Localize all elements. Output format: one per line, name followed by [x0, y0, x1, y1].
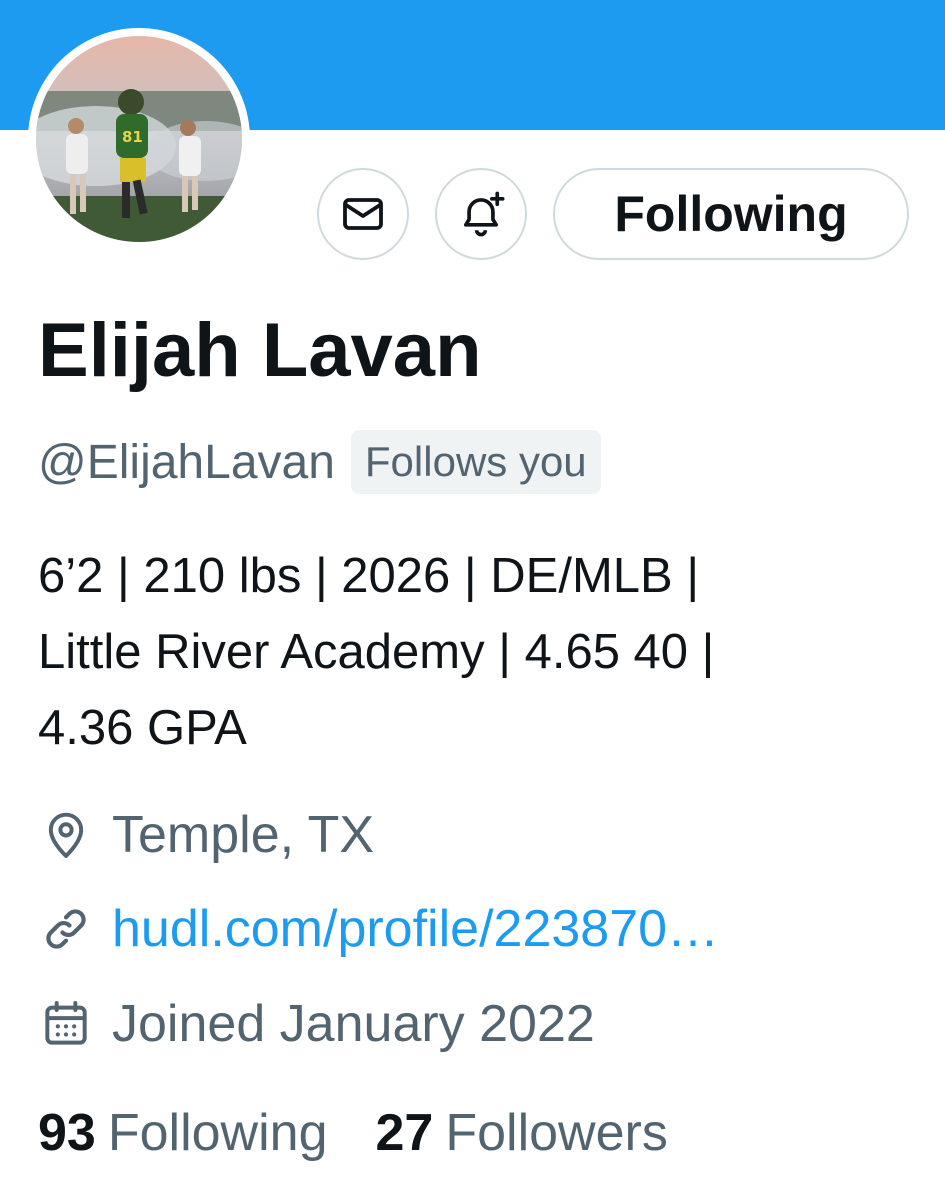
location-text: Temple, TX — [112, 806, 375, 864]
joined-date: Joined January 2022 — [112, 995, 595, 1053]
calendar-icon — [45, 1001, 87, 1045]
following-label: Following — [107, 1104, 328, 1162]
following-count: 93 — [38, 1104, 96, 1162]
location-row: Temple, TX — [38, 800, 374, 870]
follows-you-badge: Follows you — [350, 430, 601, 494]
followers-label: Followers — [445, 1104, 668, 1162]
followers-count: 27 — [375, 1104, 434, 1162]
avatar[interactable]: 81 — [36, 36, 242, 242]
bell-plus-icon — [463, 191, 505, 237]
link-icon — [46, 909, 86, 949]
notify-button[interactable] — [435, 168, 527, 260]
following-stat-link[interactable]: 93 Following — [38, 1103, 328, 1163]
profile-bio: 6’2 | 210 lbs | 2026 | DE/MLB | Little R… — [38, 538, 918, 766]
follow-stats: 93 Following 27 Followers — [38, 1098, 668, 1168]
envelope-icon — [343, 198, 383, 230]
avatar-photo: 81 — [36, 36, 242, 242]
joined-row: Joined January 2022 — [38, 988, 595, 1060]
display-name: Elijah Lavan — [38, 308, 482, 393]
bio-line: Little River Academy | 4.65 40 | — [38, 625, 715, 679]
svg-text:81: 81 — [122, 128, 143, 146]
following-button[interactable]: Following — [553, 168, 909, 260]
website-link[interactable]: hudl.com/profile/223870… — [112, 899, 719, 959]
location-pin-icon — [48, 812, 84, 858]
bio-line: 6’2 | 210 lbs | 2026 | DE/MLB | — [38, 549, 700, 603]
message-button[interactable] — [317, 168, 409, 260]
website-row: hudl.com/profile/223870… — [38, 894, 719, 964]
bio-line: 4.36 GPA — [38, 701, 247, 755]
followers-stat-link[interactable]: 27 Followers — [376, 1103, 668, 1163]
handle-row: @ElijahLavan Follows you — [38, 430, 601, 494]
username-handle: @ElijahLavan — [38, 435, 335, 489]
